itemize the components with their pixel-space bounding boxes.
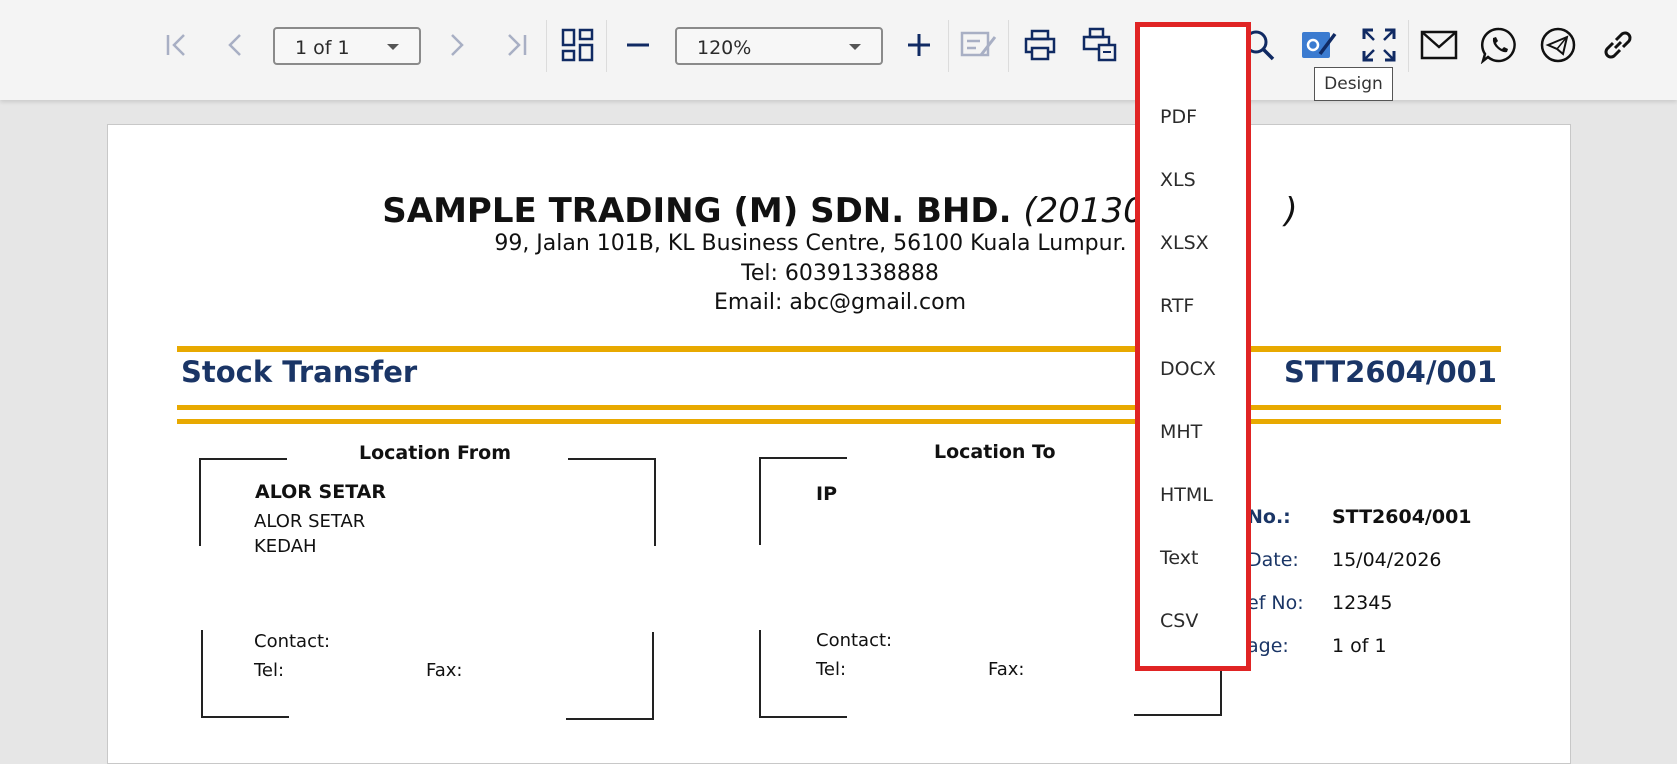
location-from-fax-label: Fax: [426, 660, 463, 681]
location-from-line2: KEDAH [254, 536, 317, 557]
next-page-button[interactable] [433, 22, 479, 68]
location-from-line1: ALOR SETAR [254, 511, 366, 532]
chevron-right-icon [451, 34, 464, 56]
location-to-fax-label: Fax: [988, 659, 1025, 680]
email-button[interactable] [1416, 22, 1462, 68]
company-header: SAMPLE TRADING (M) SDN. BHD. (201301) [382, 191, 1298, 231]
bracket [759, 630, 847, 718]
export-docx-option[interactable]: DOCX [1160, 358, 1216, 380]
info-value-date: 15/04/2026 [1332, 549, 1442, 571]
design-tooltip: Design [1314, 67, 1393, 101]
link-icon [1604, 31, 1632, 59]
bracket [568, 458, 656, 546]
location-to-name: IP [816, 483, 837, 505]
company-tel: Tel: 60391338888 [741, 261, 939, 286]
chevron-left-icon [228, 34, 241, 56]
divider-line [177, 346, 1501, 352]
page-selector-value: 1 of 1 [295, 37, 350, 59]
print-page-button[interactable] [1077, 22, 1123, 68]
company-email: Email: abc@gmail.com [713, 290, 967, 315]
toolbar-separator [1008, 20, 1009, 72]
info-value-ref-no: 12345 [1332, 592, 1393, 614]
telegram-button[interactable] [1535, 22, 1581, 68]
info-label-no: No.: [1247, 506, 1291, 528]
grid-layout-icon [561, 28, 594, 62]
location-from-name: ALOR SETAR [255, 481, 387, 503]
document-number: STT2604/001 [1284, 355, 1497, 389]
design-icon [1302, 32, 1337, 58]
info-label-page: age: [1247, 635, 1289, 657]
whatsapp-button[interactable] [1476, 22, 1522, 68]
info-value-no: STT2604/001 [1332, 506, 1472, 528]
fullscreen-button[interactable] [1356, 22, 1402, 68]
whatsapp-icon [1480, 27, 1516, 64]
page-selector[interactable]: 1 of 1 [273, 27, 421, 65]
chevron-down-icon [387, 44, 399, 50]
export-xls-option[interactable]: XLS [1160, 169, 1196, 191]
company-address: 99, Jalan 101B, KL Business Centre, 5610… [494, 231, 1186, 256]
info-value-page: 1 of 1 [1332, 635, 1387, 657]
mail-icon [1420, 30, 1458, 60]
export-xlsx-option[interactable]: XLSX [1160, 232, 1209, 254]
divider-line [177, 405, 1501, 410]
export-mht-option[interactable]: MHT [1160, 421, 1202, 443]
export-pdf-option[interactable]: PDF [1160, 106, 1197, 128]
copy-link-button[interactable] [1595, 22, 1641, 68]
zoom-selector-value: 120% [697, 37, 752, 59]
print-button[interactable] [1017, 22, 1063, 68]
previous-page-button[interactable] [213, 22, 259, 68]
zoom-out-button[interactable] [615, 22, 661, 68]
location-from-heading: Location From [359, 442, 512, 464]
zoom-in-button[interactable] [896, 22, 942, 68]
export-csv-option[interactable]: CSV [1160, 610, 1198, 632]
export-text-option[interactable]: Text [1160, 547, 1198, 569]
report-page: SAMPLE TRADING (M) SDN. BHD. (201301) 99… [107, 124, 1571, 764]
edit-fields-button[interactable] [956, 22, 1002, 68]
export-rtf-option[interactable]: RTF [1160, 295, 1194, 317]
toolbar-separator [606, 20, 607, 72]
bracket [201, 630, 289, 718]
minus-icon [627, 43, 649, 47]
location-to-heading: Location To [934, 441, 1056, 463]
toolbar-separator [948, 20, 949, 72]
print-page-icon [1082, 27, 1117, 62]
zoom-selector[interactable]: 120% [675, 27, 883, 65]
last-page-icon [508, 34, 527, 56]
chevron-down-icon [849, 44, 861, 50]
plus-icon [908, 34, 930, 56]
info-label-ref-no: ef No: [1247, 592, 1304, 614]
document-title: Stock Transfer [181, 355, 418, 389]
info-label-date: Date: [1247, 549, 1299, 571]
toolbar-separator [1408, 20, 1409, 72]
first-page-button[interactable] [154, 22, 200, 68]
bracket [566, 632, 654, 720]
multi-page-view-button[interactable] [555, 22, 601, 68]
company-name: SAMPLE TRADING (M) SDN. BHD. [382, 191, 1012, 231]
export-format-menu: PDF XLS XLSX RTF DOCX MHT HTML Text CSV [1135, 22, 1251, 671]
printer-icon [1024, 29, 1056, 61]
last-page-button[interactable] [493, 22, 539, 68]
design-button[interactable] [1296, 22, 1342, 68]
divider-line [177, 419, 1501, 424]
first-page-icon [166, 34, 185, 56]
export-html-option[interactable]: HTML [1160, 484, 1213, 506]
edit-form-icon [960, 31, 997, 57]
telegram-icon [1540, 27, 1576, 63]
toolbar-separator [546, 20, 547, 72]
report-viewer-toolbar: 1 of 1 120% Design [0, 0, 1677, 101]
fullscreen-icon [1362, 28, 1396, 62]
